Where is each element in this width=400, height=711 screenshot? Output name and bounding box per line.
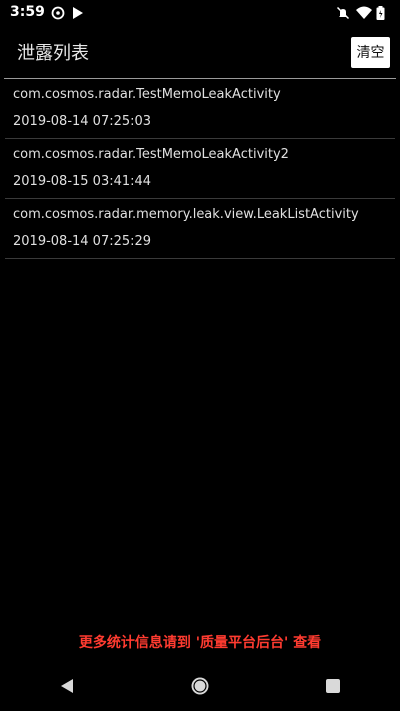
screen: 3:59 泄露列表 清空 com.cosmos.radar.TestMemoLe…	[0, 0, 400, 711]
leak-timestamp: 2019-08-14 07:25:03	[13, 114, 152, 129]
leak-timestamp: 2019-08-15 03:41:44	[13, 174, 152, 189]
clear-button[interactable]: 清空	[351, 36, 390, 68]
home-button[interactable]	[180, 668, 220, 708]
sync-icon	[51, 5, 65, 20]
leak-list: com.cosmos.radar.TestMemoLeakActivity 20…	[0, 79, 400, 259]
status-left: 3:59	[10, 4, 85, 20]
list-item[interactable]: com.cosmos.radar.TestMemoLeakActivity2 2…	[5, 139, 395, 199]
app-header: 泄露列表 清空	[0, 24, 400, 80]
list-item[interactable]: com.cosmos.radar.memory.leak.view.LeakLi…	[5, 199, 395, 259]
notifications-off-icon	[336, 5, 350, 20]
leak-timestamp: 2019-08-14 07:25:29	[13, 234, 152, 249]
recents-button[interactable]	[313, 668, 353, 708]
page-title: 泄露列表	[17, 43, 89, 64]
battery-icon	[376, 5, 390, 20]
footer-hint: 更多统计信息请到 '质量平台后台' 查看	[78, 635, 322, 651]
status-time: 3:59	[10, 4, 45, 20]
list-item[interactable]: com.cosmos.radar.TestMemoLeakActivity 20…	[5, 79, 395, 139]
status-bar: 3:59	[0, 0, 400, 24]
leak-class-name: com.cosmos.radar.memory.leak.view.LeakLi…	[13, 207, 359, 222]
wifi-icon	[356, 5, 372, 19]
nav-bar	[0, 664, 400, 711]
leak-class-name: com.cosmos.radar.TestMemoLeakActivity	[13, 87, 281, 102]
recents-icon	[325, 678, 341, 698]
play-store-icon	[71, 5, 85, 19]
home-icon	[190, 676, 210, 700]
back-button[interactable]	[47, 668, 87, 708]
status-right	[336, 5, 390, 20]
leak-class-name: com.cosmos.radar.TestMemoLeakActivity2	[13, 147, 289, 162]
back-icon	[59, 678, 75, 698]
